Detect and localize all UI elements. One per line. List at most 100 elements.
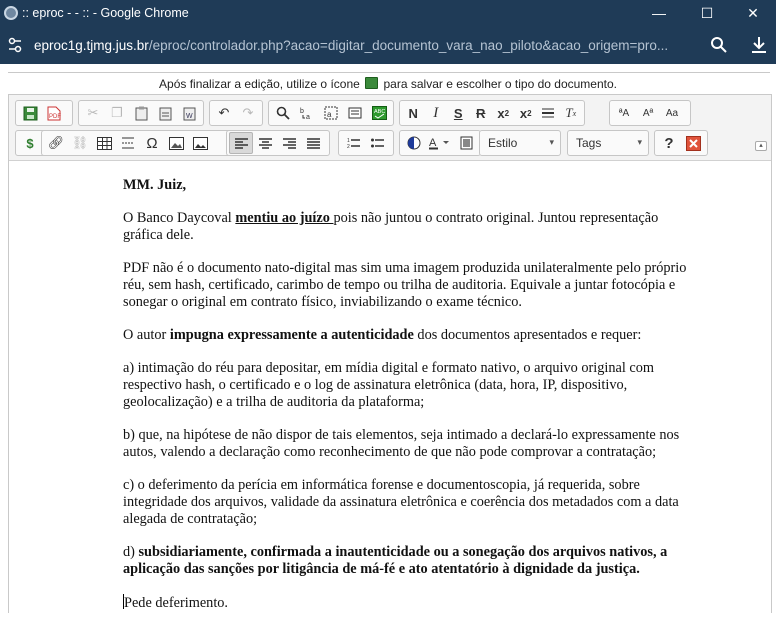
svg-text:A: A (429, 137, 437, 149)
source-code-icon[interactable] (455, 132, 478, 154)
style-dropdown[interactable]: Estilo ▾ (479, 130, 561, 156)
svg-text:PDF: PDF (49, 114, 61, 120)
tags-dropdown-label: Tags (576, 136, 602, 150)
zoom-icon[interactable] (710, 36, 728, 54)
dollar-icon[interactable]: $ (18, 132, 42, 154)
url-text[interactable]: eproc1g.tjmg.jus.br/eproc/controlador.ph… (34, 38, 668, 53)
toolbar-group-format: N I S R x2 x2 Tx (399, 100, 585, 126)
undo-icon[interactable]: ↶ (212, 102, 236, 124)
page-break-icon[interactable] (116, 132, 140, 154)
salutation: MM. Juiz, (123, 177, 187, 193)
chrome-logo-icon (4, 6, 18, 20)
strikethrough-icon[interactable]: R (470, 102, 493, 124)
cut-icon[interactable]: ✂ (81, 102, 105, 124)
image-alt-icon[interactable] (188, 132, 212, 154)
paste-word-icon[interactable]: W (177, 102, 201, 124)
align-left-icon[interactable] (229, 132, 253, 154)
svg-text:2: 2 (347, 144, 350, 149)
svg-text:W: W (186, 113, 193, 120)
document-content[interactable]: MM. Juiz, O Banco Daycoval mentiu ao juí… (9, 162, 771, 614)
close-window-button[interactable]: ✕ (730, 0, 776, 27)
toolbar-group-case: ªA Aª Aa (609, 100, 691, 126)
underline-icon[interactable]: S (447, 102, 470, 124)
collapse-toolbar-icon[interactable]: ▴ (755, 141, 767, 151)
document-text[interactable]: MM. Juiz, O Banco Daycoval mentiu ao juí… (123, 177, 693, 628)
closing: Pede deferimento. (123, 594, 229, 611)
paste-text-icon[interactable] (153, 102, 177, 124)
horizontal-line-icon[interactable] (537, 102, 560, 124)
svg-text:a: a (306, 114, 310, 120)
find-icon[interactable] (271, 102, 295, 124)
toolbar-group-document: PDF (15, 100, 73, 126)
align-justify-icon[interactable] (301, 132, 325, 154)
chevron-down-icon: ▾ (549, 137, 554, 147)
image-icon[interactable] (164, 132, 188, 154)
download-icon[interactable] (749, 35, 769, 55)
align-right-icon[interactable] (277, 132, 301, 154)
table-icon[interactable] (92, 132, 116, 154)
save-document-icon[interactable] (18, 102, 42, 124)
toolbar-group-align (226, 130, 330, 156)
toolbar-group-color: A (399, 130, 481, 156)
minimize-button[interactable]: — (636, 0, 682, 27)
uppercase-icon[interactable]: ªA (612, 102, 636, 124)
pdf-icon[interactable]: PDF (42, 102, 66, 124)
italic-icon[interactable]: I (425, 102, 448, 124)
superscript-icon[interactable]: x2 (515, 102, 538, 124)
hint-before: Após finalizar a edição, utilize o ícone (159, 77, 360, 91)
page-body: Após finalizar a edição, utilize o ícone… (0, 64, 776, 614)
paragraph-2: PDF não é o documento nato-digital mas s… (123, 260, 687, 310)
toolbar-group-lists: 12 (338, 130, 394, 156)
toolbar-group-find: ba a ABC (268, 100, 394, 126)
window-title: :: eproc - - :: - Google Chrome (22, 6, 189, 20)
tags-dropdown[interactable]: Tags ▾ (567, 130, 649, 156)
svg-text:b: b (300, 108, 304, 115)
toolbar-group-clipboard: ✂ ❐ W (78, 100, 204, 126)
copy-icon[interactable]: ❐ (105, 102, 129, 124)
paragraph-b: b) que, na hipótese de não dispor de tai… (123, 427, 680, 460)
hint-after: para salvar e escolher o tipo do documen… (383, 77, 617, 91)
chevron-down-icon: ▾ (637, 137, 642, 147)
maximize-button[interactable]: ☐ (684, 0, 730, 27)
paragraph-a: a) intimação do réu para depositar, em m… (123, 360, 655, 410)
toolbar-group-help: ? (654, 130, 708, 156)
paragraph-1: O Banco Daycoval mentiu ao juízo pois nã… (123, 210, 659, 243)
text-color-icon[interactable]: A (425, 132, 454, 154)
redo-icon[interactable]: ↷ (236, 102, 260, 124)
paragraph-c: c) o deferimento da perícia em informáti… (123, 477, 679, 527)
rich-text-editor: PDF ✂ ❐ W ↶ ↷ ba a ABC N I S R x 2 x 2 T… (8, 94, 772, 614)
editor-toolbar: PDF ✂ ❐ W ↶ ↷ ba a ABC N I S R x 2 x 2 T… (9, 95, 771, 161)
site-info-icon[interactable] (8, 37, 22, 53)
svg-text:a: a (327, 110, 332, 119)
subscript-icon[interactable]: x2 (492, 102, 515, 124)
align-center-icon[interactable] (253, 132, 277, 154)
url-host: eproc1g.tjmg.jus.br (34, 38, 149, 53)
paste-icon[interactable] (129, 102, 153, 124)
contrast-icon[interactable] (402, 132, 425, 154)
unlink-icon[interactable]: ⛓︎ (68, 132, 92, 154)
url-path: /eproc/controlador.php?acao=digitar_docu… (148, 38, 669, 53)
paragraph-3: O autor impugna expressamente a autentic… (123, 327, 642, 343)
remove-format-icon[interactable]: Tx (560, 102, 583, 124)
titlecase-icon[interactable]: Aa (660, 102, 684, 124)
window-titlebar: :: eproc - - :: - Google Chrome — ☐ ✕ (0, 0, 776, 27)
paragraph-d: d) subsidiariamente, confirmada a inaute… (123, 544, 668, 577)
bullet-list-icon[interactable] (365, 132, 389, 154)
divider (8, 72, 770, 73)
numbered-list-icon[interactable]: 12 (341, 132, 365, 154)
toolbar-group-history: ↶ ↷ (209, 100, 263, 126)
bold-icon[interactable]: N (402, 102, 425, 124)
spellcheck-icon[interactable]: ABC (367, 102, 391, 124)
link-icon[interactable]: 🔗︎ (44, 132, 68, 154)
select-all-icon[interactable]: a (319, 102, 343, 124)
special-char-icon[interactable]: Ω (140, 132, 164, 154)
save-icon (365, 77, 379, 89)
close-editor-icon[interactable] (681, 132, 705, 154)
template-icon[interactable] (343, 102, 367, 124)
replace-icon[interactable]: ba (295, 102, 319, 124)
save-hint: Após finalizar a edição, utilize o ícone… (0, 77, 776, 91)
lowercase-icon[interactable]: Aª (636, 102, 660, 124)
address-bar[interactable]: eproc1g.tjmg.jus.br/eproc/controlador.ph… (0, 27, 776, 64)
style-dropdown-label: Estilo (488, 136, 518, 150)
help-button[interactable]: ? (657, 132, 681, 154)
